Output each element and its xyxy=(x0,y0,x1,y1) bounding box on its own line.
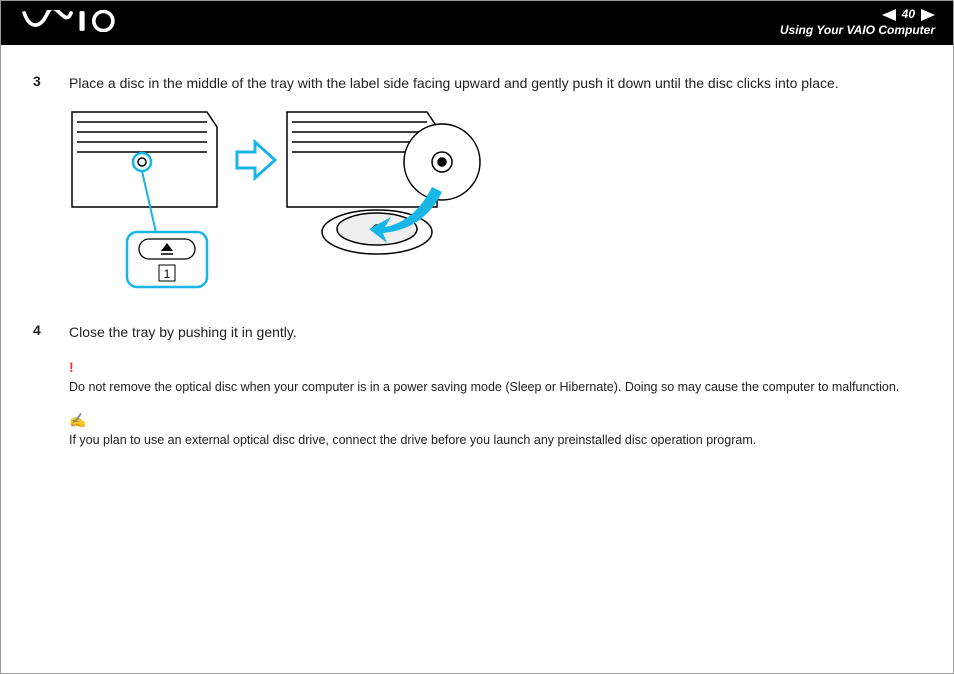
step-number: 4 xyxy=(33,322,47,463)
page-navigator: 40 xyxy=(882,7,935,23)
step-text: Close the tray by pushing it in gently. … xyxy=(69,322,921,463)
warning-text: Do not remove the optical disc when your… xyxy=(69,379,921,396)
step-4-text: Close the tray by pushing it in gently. xyxy=(69,322,921,342)
warning-icon: ! xyxy=(69,357,921,377)
content-area: 3 Place a disc in the middle of the tray… xyxy=(1,45,953,505)
section-title: Using Your VAIO Computer xyxy=(780,23,935,39)
vaio-logo xyxy=(19,10,129,37)
note-icon: ✍ xyxy=(69,410,921,430)
step-number: 3 xyxy=(33,73,47,93)
step-text: Place a disc in the middle of the tray w… xyxy=(69,73,921,93)
figure-callout-number: 1 xyxy=(164,267,171,281)
header-right: 40 Using Your VAIO Computer xyxy=(780,7,935,38)
step-4: 4 Close the tray by pushing it in gently… xyxy=(33,322,921,463)
page: 40 Using Your VAIO Computer 3 Place a di… xyxy=(0,0,954,674)
page-number: 40 xyxy=(902,7,915,23)
next-page-arrow-icon[interactable] xyxy=(921,9,935,21)
note-text: If you plan to use an external optical d… xyxy=(69,432,921,449)
disc-insert-figure: 1 xyxy=(67,107,921,300)
header-bar: 40 Using Your VAIO Computer xyxy=(1,1,953,45)
prev-page-arrow-icon[interactable] xyxy=(882,9,896,21)
step-3: 3 Place a disc in the middle of the tray… xyxy=(33,73,921,93)
